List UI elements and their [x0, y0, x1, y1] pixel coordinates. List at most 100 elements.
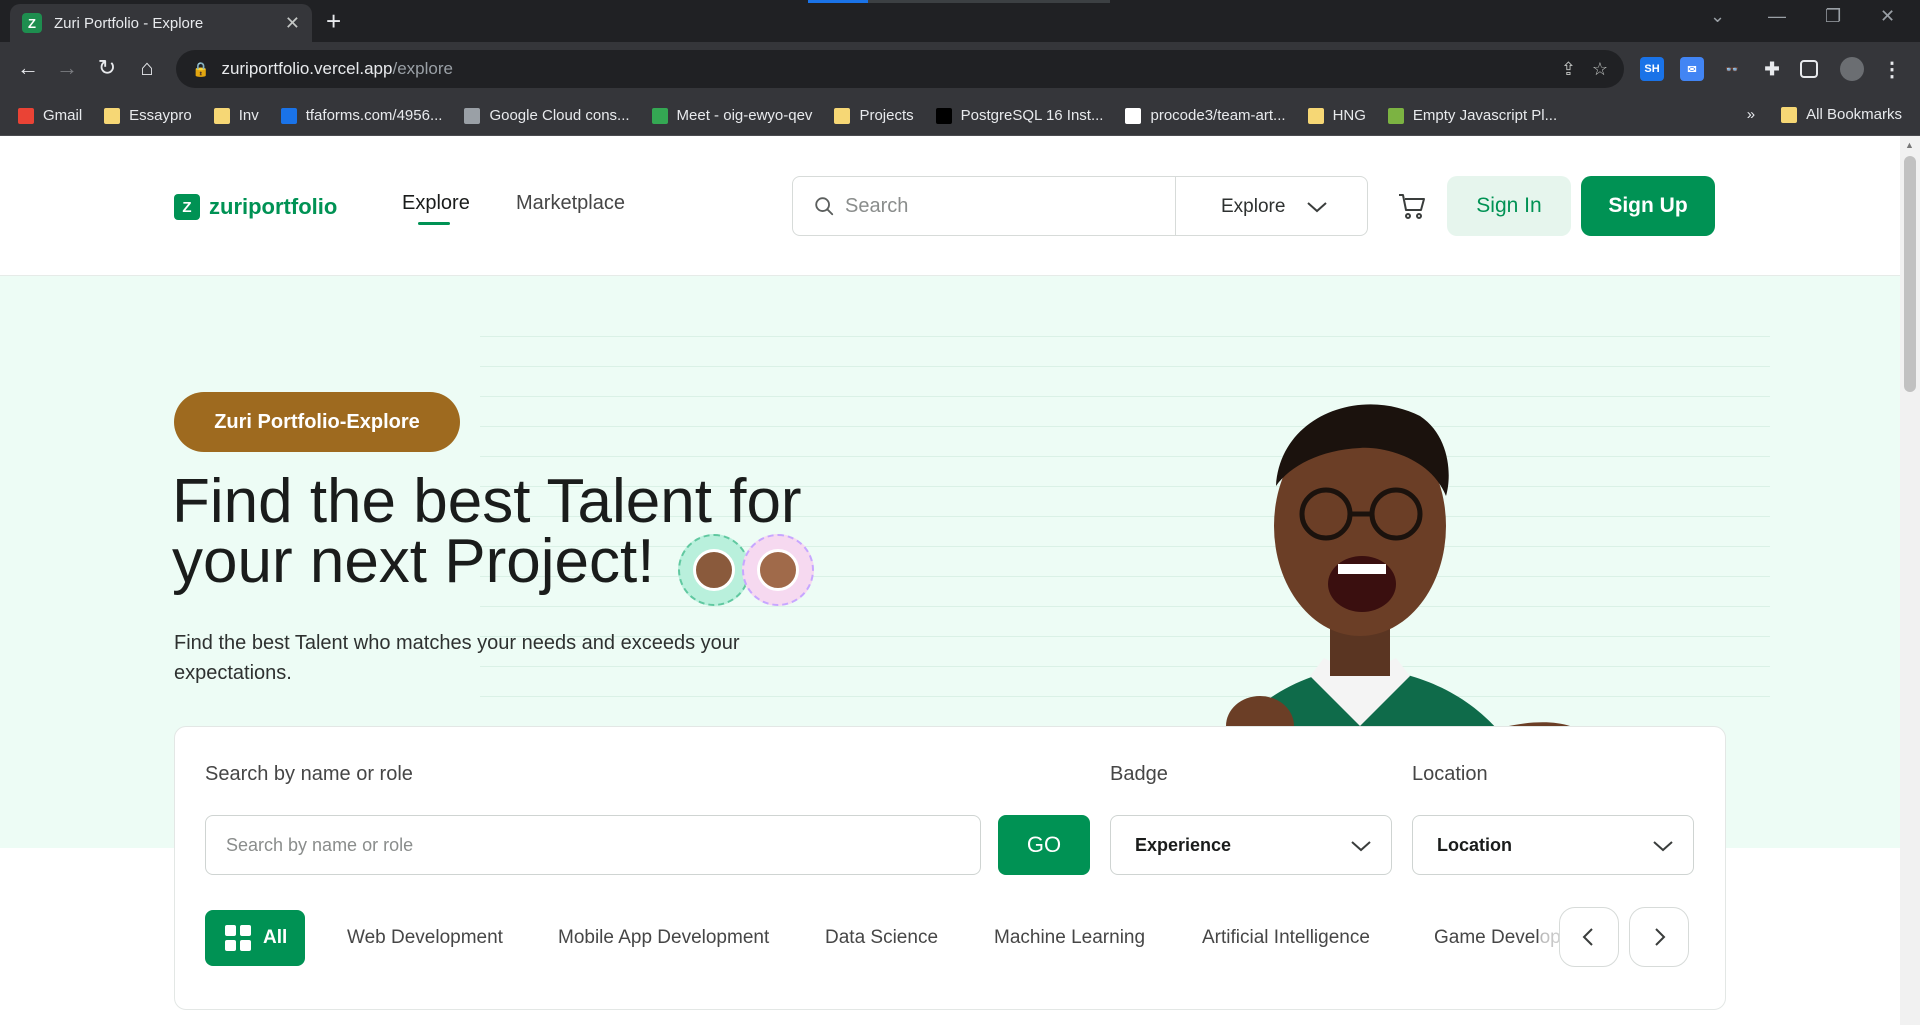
- scrollbar-thumb[interactable]: [1904, 156, 1916, 392]
- bookmark-label: tfaforms.com/4956...: [305, 107, 443, 124]
- chevron-left-icon: [1582, 928, 1593, 946]
- browser-titlebar: Z Zuri Portfolio - Explore ✕ + ⌄ — ❐ ✕: [0, 0, 1920, 42]
- hero-title-line-1: Find the best Talent for: [172, 467, 802, 536]
- close-window-icon[interactable]: ✕: [1880, 6, 1895, 27]
- hero-title-line-2: your next Project!: [172, 527, 655, 596]
- category-mobile-app-development[interactable]: Mobile App Development: [558, 927, 769, 949]
- side-panel-icon[interactable]: [1800, 60, 1818, 78]
- header-search: Search Explore: [792, 176, 1368, 236]
- star-icon[interactable]: ☆: [1592, 59, 1608, 80]
- location-select[interactable]: Location: [1412, 815, 1694, 875]
- go-button[interactable]: GO: [998, 815, 1090, 875]
- category-data-science[interactable]: Data Science: [825, 927, 938, 949]
- hero-badge: Zuri Portfolio-Explore: [174, 392, 460, 452]
- avatar-ring-right: [742, 534, 814, 606]
- nav-explore[interactable]: Explore: [402, 192, 470, 215]
- github-icon: [1125, 107, 1142, 124]
- forward-icon[interactable]: →: [53, 55, 81, 81]
- folder-icon: [1307, 107, 1324, 124]
- category-all-button[interactable]: All: [205, 910, 305, 966]
- bookmarks-overflow-icon[interactable]: »: [1747, 106, 1755, 123]
- extensions-puzzle-icon[interactable]: ✚: [1760, 57, 1784, 81]
- bookmark-label: Meet - oig-ewyo-qev: [676, 107, 813, 124]
- category-web-development[interactable]: Web Development: [347, 927, 503, 949]
- code-icon: [1387, 107, 1404, 124]
- cart-icon[interactable]: [1396, 190, 1428, 222]
- site-header: Z zuriportfolio Explore Marketplace Sear…: [0, 136, 1900, 276]
- filter-card: Search by name or role GO Badge Experien…: [174, 726, 1726, 1010]
- bookmark-item[interactable]: Projects: [834, 107, 914, 124]
- avatar-ring-left: [678, 534, 750, 606]
- search-scope-select[interactable]: Explore: [1221, 196, 1285, 218]
- new-tab-icon[interactable]: +: [326, 6, 341, 37]
- category-machine-learning[interactable]: Machine Learning: [994, 927, 1145, 949]
- bookmark-item[interactable]: PostgreSQL 16 Inst...: [935, 107, 1103, 124]
- extension-mail-icon[interactable]: ✉: [1680, 57, 1704, 81]
- badge-select-value: Experience: [1135, 835, 1232, 855]
- bookmark-item[interactable]: Empty Javascript Pl...: [1387, 107, 1557, 124]
- web-page: Z zuriportfolio Explore Marketplace Sear…: [0, 136, 1900, 1025]
- category-all-label: All: [263, 927, 288, 948]
- lock-icon[interactable]: 🔒: [192, 61, 209, 78]
- grid-icon: [225, 925, 251, 951]
- close-tab-icon[interactable]: ✕: [285, 13, 300, 34]
- bookmark-item[interactable]: Inv: [213, 107, 259, 124]
- gmail-icon: [18, 107, 34, 124]
- folder-icon: [834, 107, 851, 124]
- site-logo[interactable]: Z zuriportfolio: [174, 194, 337, 220]
- back-icon[interactable]: ←: [14, 55, 42, 81]
- extension-sh-icon[interactable]: SH: [1640, 57, 1664, 81]
- chevron-right-icon: [1655, 928, 1666, 946]
- folder-icon: [104, 107, 121, 124]
- location-label: Location: [1412, 763, 1488, 785]
- bookmark-label: Gmail: [43, 107, 83, 124]
- sign-up-button[interactable]: Sign Up: [1581, 176, 1715, 236]
- bookmark-item[interactable]: tfaforms.com/4956...: [280, 107, 443, 124]
- bookmark-item[interactable]: Google Cloud cons...: [464, 107, 630, 124]
- bookmark-label: Inv: [238, 107, 259, 124]
- zuri-favicon-icon: Z: [22, 13, 42, 33]
- menu-kebab-icon[interactable]: ⋮: [1880, 57, 1904, 81]
- bookmarks-bar: Gmail Essaypro Inv tfaforms.com/4956... Goog…: [0, 96, 1920, 136]
- chevron-down-icon: [1653, 841, 1673, 852]
- bookmark-label: procode3/team-art...: [1150, 107, 1286, 124]
- search-divider: [1175, 177, 1176, 235]
- reload-icon[interactable]: ↻: [93, 55, 121, 81]
- browser-toolbar: ← → ↻ ⌂ 🔒 zuriportfolio.vercel.app/explo…: [0, 42, 1920, 96]
- bookmark-item[interactable]: Essaypro: [104, 107, 192, 124]
- bookmark-label: Essaypro: [129, 107, 192, 124]
- tab-search-icon[interactable]: ⌄: [1710, 6, 1725, 27]
- category-artificial-intelligence[interactable]: Artificial Intelligence: [1202, 927, 1370, 949]
- address-bar[interactable]: 🔒 zuriportfolio.vercel.app/explore ⇪ ☆: [176, 50, 1624, 88]
- bookmark-label: HNG: [1332, 107, 1366, 124]
- dev-icon: [935, 107, 952, 124]
- scroll-up-icon[interactable]: ▲: [1905, 140, 1914, 150]
- minimize-icon[interactable]: —: [1768, 6, 1786, 27]
- bookmark-item[interactable]: Meet - oig-ewyo-qev: [651, 107, 813, 124]
- zuri-logo-icon: Z: [174, 194, 200, 220]
- avatar: [757, 549, 799, 591]
- sign-in-button[interactable]: Sign In: [1447, 176, 1571, 236]
- url-host: zuriportfolio.vercel.app: [221, 59, 393, 78]
- all-bookmarks[interactable]: All Bookmarks: [1806, 106, 1902, 123]
- bookmark-item[interactable]: Gmail: [18, 107, 82, 124]
- bookmark-label: Google Cloud cons...: [489, 107, 630, 124]
- chevron-down-icon[interactable]: [1305, 195, 1329, 219]
- formassembly-icon: [280, 107, 297, 124]
- header-search-input[interactable]: Search: [845, 195, 908, 218]
- category-prev-button[interactable]: [1559, 907, 1619, 967]
- home-icon[interactable]: ⌂: [133, 55, 161, 81]
- browser-tab[interactable]: Z Zuri Portfolio - Explore ✕: [10, 4, 312, 42]
- extension-glasses-icon[interactable]: 👓: [1720, 57, 1744, 81]
- category-next-button[interactable]: [1629, 907, 1689, 967]
- name-role-search-input[interactable]: [205, 815, 981, 875]
- profile-avatar[interactable]: [1840, 57, 1864, 81]
- page-scrollbar[interactable]: ▲: [1900, 136, 1920, 1025]
- avatar: [693, 549, 735, 591]
- share-icon[interactable]: ⇪: [1561, 59, 1576, 80]
- bookmark-item[interactable]: HNG: [1307, 107, 1366, 124]
- nav-marketplace[interactable]: Marketplace: [516, 192, 625, 215]
- badge-select[interactable]: Experience: [1110, 815, 1392, 875]
- restore-icon[interactable]: ❐: [1825, 6, 1841, 27]
- bookmark-item[interactable]: procode3/team-art...: [1125, 107, 1286, 124]
